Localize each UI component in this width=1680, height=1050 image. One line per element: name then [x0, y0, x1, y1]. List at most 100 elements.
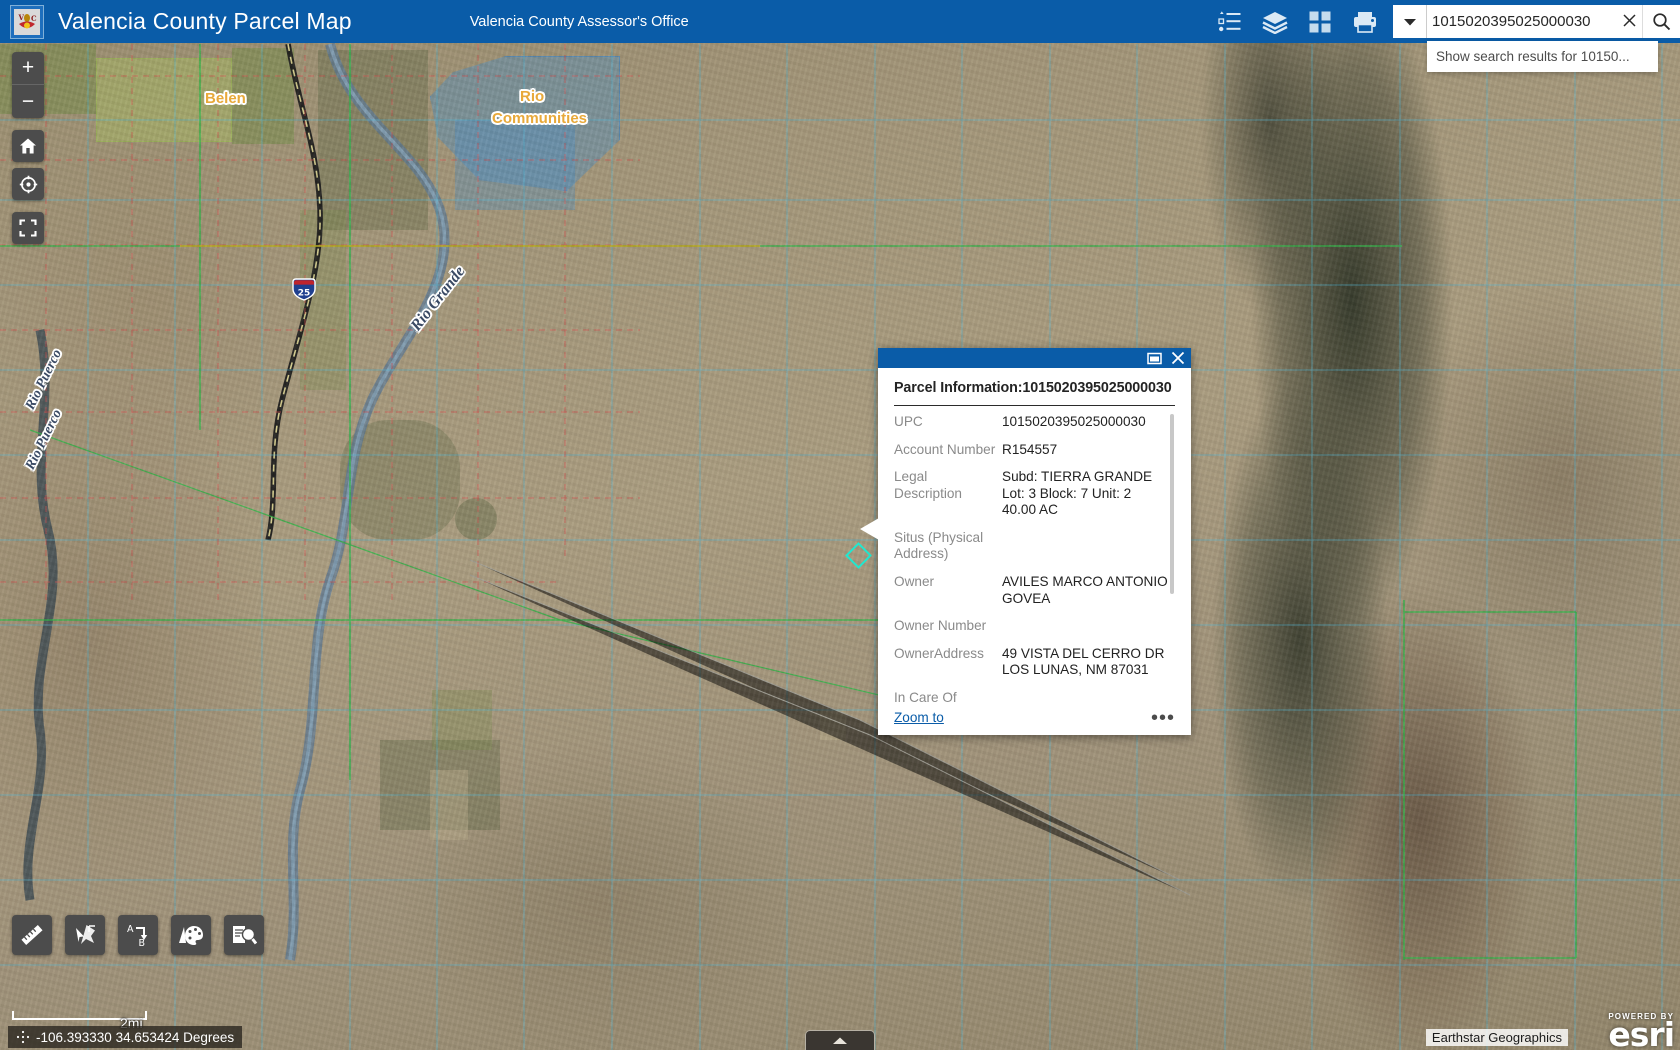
vegetation-patch	[455, 498, 497, 540]
search-widget: Show search results for 10150...	[1393, 0, 1680, 72]
popup-more-options-button[interactable]: •••	[1151, 708, 1175, 728]
popup-attribute-value	[1002, 530, 1175, 563]
field-patch	[820, 710, 846, 740]
popup-attribute-row: Account Number R154557	[894, 442, 1175, 459]
parcel-grid-layer	[0, 44, 1680, 1050]
directions-tool[interactable]: A B	[118, 915, 158, 955]
popup-attribute-label: Legal Description	[894, 469, 962, 501]
popup-attribute-value: AVILES MARCO ANTONIO GOVEA	[1002, 574, 1168, 606]
river-layer	[23, 42, 450, 961]
select-tool[interactable]	[65, 915, 105, 955]
esri-logo: POWERED BY esri	[1608, 1012, 1675, 1050]
app-title: Valencia County Parcel Map	[58, 8, 352, 34]
popup-attribute-value: 1015020395025000030	[1002, 414, 1146, 429]
point-b-label: B	[139, 938, 146, 947]
legend-list-icon	[1217, 10, 1240, 31]
popup-attribute-row: UPC 1015020395025000030	[894, 414, 1175, 431]
home-button[interactable]	[12, 130, 44, 162]
map-canvas[interactable]: Belen Rio Communities Rio Grande Rio Puerco…	[0, 0, 1680, 1050]
parcel-popup: Parcel Information:1015020395025000030 U…	[860, 348, 1191, 735]
app-subtitle: Valencia County Assessor's Office	[469, 13, 689, 30]
svg-text:25: 25	[298, 288, 311, 298]
vegetation-patch	[340, 420, 460, 540]
map-label-rio-puerco-2: Rio Puerco	[23, 407, 66, 473]
home-icon	[20, 138, 36, 154]
popup-attribute-row: Situs (Physical Address)	[894, 530, 1175, 563]
vegetation-patch	[380, 740, 500, 830]
vegetation-patch	[432, 690, 492, 750]
coordinate-readout[interactable]: -106.393330 34.653424 Degrees	[8, 1026, 243, 1048]
field-patch	[430, 770, 468, 840]
crosshair-locate-icon	[19, 175, 37, 193]
interstate-25-shield: 25	[292, 278, 316, 301]
search-source-dropdown[interactable]	[1393, 5, 1427, 38]
zoom-to-link[interactable]: Zoom to	[894, 710, 944, 725]
zoom-in-button[interactable]: +	[12, 52, 44, 85]
popup-attribute-list[interactable]: UPC 1015020395025000030 Account Number R154…	[894, 406, 1175, 704]
map-label-rio-puerco-1: Rio Puerco	[23, 347, 66, 413]
crosshair-dots-icon	[16, 1030, 30, 1044]
close-x-icon	[1171, 351, 1185, 365]
popup-attribute-value: 49 VISTA DEL CERRO DR LOS LUNAS, NM 8703…	[1002, 645, 1165, 678]
popup-body: Parcel Information:1015020395025000030 U…	[878, 368, 1191, 704]
popup-close-button[interactable]	[1171, 351, 1185, 365]
maximize-window-icon	[1147, 352, 1162, 364]
search-clear-button[interactable]	[1617, 13, 1642, 31]
print-button[interactable]	[1342, 0, 1387, 43]
popup-attribute-label: Owner	[894, 574, 935, 590]
layers-button[interactable]	[1252, 0, 1297, 43]
map-attribution: Earthstar Geographics	[1425, 1029, 1568, 1046]
measure-tool[interactable]	[12, 915, 52, 955]
popup-attribute-value: R154557	[1002, 441, 1058, 457]
valencia-county-crest-icon: V C	[10, 4, 44, 39]
vegetation-patch	[318, 50, 428, 230]
popup-footer: Zoom to •••	[878, 704, 1191, 735]
search-suggestion-item[interactable]: Show search results for 10150...	[1427, 41, 1658, 72]
search-input[interactable]	[1427, 13, 1617, 30]
popup-attribute-row: Owner AVILES MARCO ANTONIO GOVEA	[894, 574, 1175, 607]
close-x-icon	[1623, 13, 1636, 27]
zoom-controls: + −	[12, 52, 44, 118]
coordinate-text: -106.393330 34.653424 Degrees	[36, 1029, 235, 1045]
query-tool[interactable]	[224, 915, 264, 955]
chevron-down-icon	[1403, 18, 1416, 25]
search-magnifier-icon	[1653, 13, 1671, 31]
basemap-button[interactable]	[1297, 0, 1342, 43]
popup-maximize-button[interactable]	[1147, 352, 1162, 365]
map-application: Belen Rio Communities Rio Grande Rio Puerco…	[0, 0, 1680, 1050]
search-box	[1427, 5, 1642, 38]
printer-icon	[1353, 11, 1376, 33]
document-search-icon	[233, 926, 257, 945]
esri-wordmark: esri	[1608, 1014, 1675, 1050]
popup-attribute-row: OwnerAddress 49 VISTA DEL CERRO DR LOS LU…	[894, 646, 1175, 679]
popup-attribute-row: Legal Description Subd: TIERRA GRANDE Lot…	[894, 469, 1175, 519]
full-extent-button[interactable]	[12, 212, 44, 244]
search-submit-button[interactable]	[1642, 5, 1680, 38]
draw-tool[interactable]	[171, 915, 211, 955]
rio-communities-boundary-extension	[455, 120, 575, 210]
popup-attribute-value	[1002, 618, 1175, 635]
legend-button[interactable]	[1207, 0, 1252, 43]
cursor-select-icon	[76, 925, 95, 944]
vegetation-patch	[232, 48, 294, 144]
zoom-out-button[interactable]: −	[12, 85, 44, 118]
basemap-grid-icon	[1309, 11, 1330, 32]
popup-attribute-value	[1002, 690, 1175, 704]
popup-attribute-label: Situs (Physical Address)	[894, 529, 984, 562]
attribute-table-handle[interactable]	[805, 1030, 875, 1050]
popup-attribute-label: UPC	[894, 414, 923, 429]
palette-draw-icon	[179, 926, 203, 945]
locate-button[interactable]	[12, 168, 44, 200]
ruler-icon	[21, 925, 43, 945]
layers-stack-icon	[1261, 11, 1288, 34]
popup-attribute-label: Owner Number	[894, 618, 987, 634]
header-toolbar: Show search results for 10150...	[1207, 0, 1680, 72]
point-a-label: A	[127, 924, 134, 935]
popup-title: Parcel Information:1015020395025000030	[894, 380, 1175, 406]
map-label-rio-grande: Rio Grande	[407, 263, 469, 335]
popup-scrollbar[interactable]	[1170, 414, 1174, 594]
popup-attribute-value: Subd: TIERRA GRANDE Lot: 3 Block: 7 Unit…	[1002, 469, 1153, 518]
scale-bar: 2mi	[12, 1011, 147, 1031]
popup-attribute-row: Owner Number	[894, 618, 1175, 635]
popup-attribute-label: In Care Of	[894, 689, 957, 704]
